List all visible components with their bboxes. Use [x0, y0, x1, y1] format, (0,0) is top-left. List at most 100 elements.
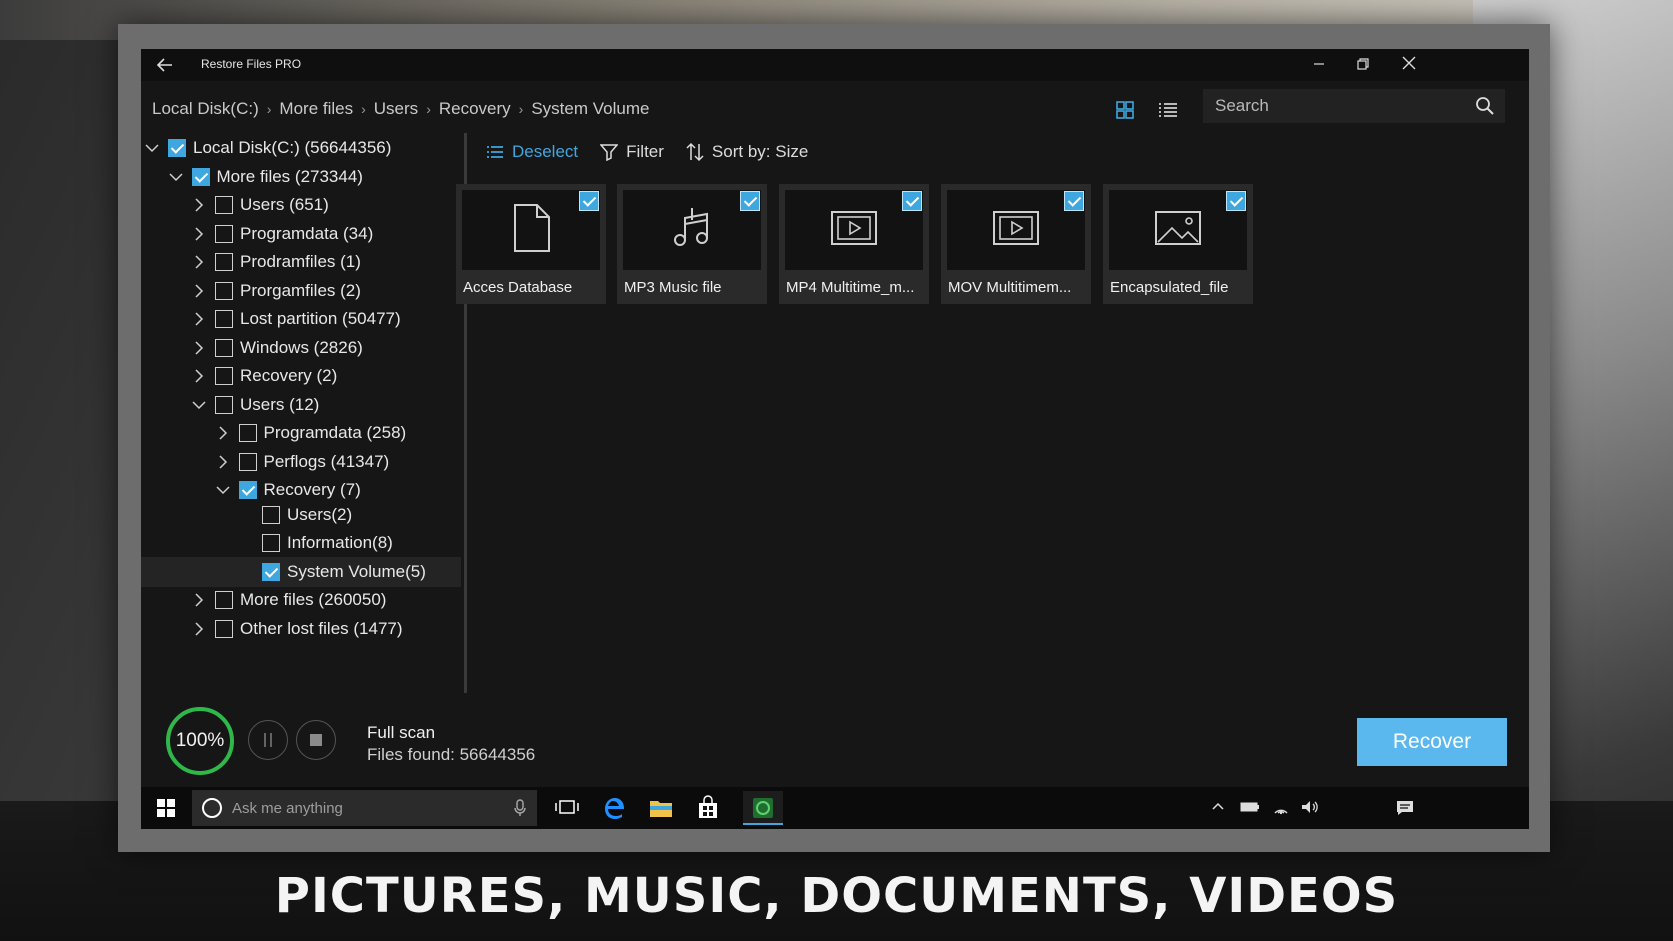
breadcrumb-item[interactable]: Local Disk(C:): [152, 99, 259, 119]
tree-item[interactable]: Users (12): [141, 390, 461, 420]
search-icon[interactable]: [1475, 96, 1495, 116]
file-checkbox[interactable]: [1064, 191, 1084, 211]
tree-checkbox[interactable]: [262, 534, 280, 552]
image-icon: [1153, 208, 1203, 253]
cortana-search[interactable]: Ask me anything: [192, 790, 537, 826]
list-view-icon[interactable]: [1157, 99, 1179, 121]
close-button[interactable]: [1389, 53, 1429, 77]
tree-checkbox[interactable]: [262, 563, 280, 581]
tree-item[interactable]: Recovery (2): [141, 361, 461, 391]
tree-item[interactable]: Other lost files (1477): [141, 614, 461, 644]
tree-checkbox[interactable]: [215, 282, 233, 300]
tree-checkbox[interactable]: [215, 367, 233, 385]
tree-item-label: Recovery (2): [240, 366, 338, 385]
sort-button[interactable]: Sort by: Size: [686, 142, 808, 162]
files-found: Files found: 56644356: [367, 745, 536, 764]
file-toolbar: Deselect Filter Sort by: Size: [486, 137, 830, 167]
chevron-right-icon[interactable]: [215, 454, 231, 470]
chevron-down-icon[interactable]: [215, 482, 231, 498]
tree-item[interactable]: More files (273344): [141, 162, 461, 192]
store-icon[interactable]: [694, 795, 722, 821]
tree-item[interactable]: System Volume(5): [141, 557, 461, 587]
chevron-right-icon[interactable]: [191, 283, 207, 299]
tree-item[interactable]: More files (260050): [141, 585, 461, 615]
tree-item-label: System Volume(5): [287, 562, 426, 581]
windows-start-icon[interactable]: [153, 795, 181, 821]
tree-checkbox[interactable]: [238, 424, 257, 442]
search-input[interactable]: [1203, 89, 1463, 123]
tree-checkbox[interactable]: [238, 453, 257, 471]
tree-item[interactable]: Programdata (258): [141, 418, 461, 448]
tree-item[interactable]: Lost partition (50477): [141, 304, 461, 334]
file-name: Acces Database: [463, 279, 573, 296]
tree-checkbox[interactable]: [215, 339, 233, 357]
stop-button[interactable]: [296, 720, 336, 760]
tree-item[interactable]: Users(2): [141, 500, 461, 530]
minimize-button[interactable]: [1299, 53, 1339, 77]
tree-item[interactable]: Perflogs (41347): [141, 447, 461, 477]
chevron-right-icon[interactable]: [191, 197, 207, 213]
tree-checkbox[interactable]: [215, 591, 233, 609]
tree-item[interactable]: Prorgamfiles (2): [141, 276, 461, 306]
chevron-right-icon[interactable]: [191, 311, 207, 327]
filter-button[interactable]: Filter: [600, 142, 664, 162]
chevron-down-icon[interactable]: [191, 397, 207, 413]
breadcrumb-item[interactable]: More files: [279, 99, 353, 119]
chevron-right-icon[interactable]: [215, 425, 231, 441]
tree-item[interactable]: Programdata (34): [141, 219, 461, 249]
battery-icon[interactable]: [1240, 799, 1260, 817]
recover-button[interactable]: Recover: [1357, 718, 1507, 766]
task-view-icon[interactable]: [553, 795, 581, 821]
chevron-right-icon[interactable]: [191, 226, 207, 242]
action-center-icon[interactable]: [1395, 799, 1415, 817]
file-checkbox[interactable]: [579, 191, 599, 211]
back-arrow-icon[interactable]: [155, 55, 175, 75]
tree-item[interactable]: Local Disk(C:) (56644356): [141, 133, 461, 163]
chevron-right-icon[interactable]: [191, 621, 207, 637]
tray-chevron-up-icon[interactable]: [1210, 799, 1230, 817]
chevron-down-icon[interactable]: [168, 169, 184, 185]
deselect-button[interactable]: Deselect: [486, 142, 578, 162]
file-tile[interactable]: MP4 Multitime_m...: [779, 184, 929, 304]
chevron-right-icon[interactable]: [191, 368, 207, 384]
tree-item[interactable]: Information(8): [141, 528, 461, 558]
grid-view-icon[interactable]: [1114, 99, 1136, 121]
breadcrumb-item-current[interactable]: System Volume: [531, 99, 649, 119]
chevron-right-icon[interactable]: [191, 340, 207, 356]
file-checkbox[interactable]: [902, 191, 922, 211]
restore-app-taskbar-icon[interactable]: [743, 791, 783, 825]
restore-button[interactable]: [1343, 53, 1383, 77]
pause-button[interactable]: [248, 720, 288, 760]
chevron-right-icon[interactable]: [191, 592, 207, 608]
pause-icon: [264, 733, 272, 747]
tree-checkbox[interactable]: [168, 139, 186, 157]
title-bar: Restore Files PRO: [141, 49, 1529, 81]
file-tile[interactable]: Acces Database: [456, 184, 606, 304]
tree-checkbox[interactable]: [262, 506, 280, 524]
tree-checkbox[interactable]: [191, 168, 210, 186]
tree-checkbox[interactable]: [215, 253, 233, 271]
chevron-right-icon[interactable]: [191, 254, 207, 270]
tree-item[interactable]: Prodramfiles (1): [141, 247, 461, 277]
file-tile[interactable]: MP3 Music file: [617, 184, 767, 304]
tree-checkbox[interactable]: [215, 196, 233, 214]
edge-browser-icon[interactable]: [600, 795, 628, 821]
file-explorer-icon[interactable]: [647, 795, 675, 821]
tree-checkbox[interactable]: [238, 481, 257, 499]
breadcrumb-item[interactable]: Recovery: [439, 99, 511, 119]
tree-checkbox[interactable]: [215, 396, 233, 414]
file-tile[interactable]: MOV Multitimem...: [941, 184, 1091, 304]
chevron-down-icon[interactable]: [144, 140, 160, 156]
file-checkbox[interactable]: [1226, 191, 1246, 211]
file-name: MP3 Music file: [624, 279, 722, 296]
breadcrumb-item[interactable]: Users: [374, 99, 418, 119]
tree-checkbox[interactable]: [215, 620, 233, 638]
tree-item[interactable]: Users (651): [141, 190, 461, 220]
tree-checkbox[interactable]: [215, 225, 233, 243]
file-checkbox[interactable]: [740, 191, 760, 211]
file-tile[interactable]: Encapsulated_file: [1103, 184, 1253, 304]
tree-checkbox[interactable]: [215, 310, 233, 328]
wifi-icon[interactable]: [1272, 799, 1292, 817]
tree-item[interactable]: Windows (2826): [141, 333, 461, 363]
volume-icon[interactable]: [1300, 799, 1320, 817]
